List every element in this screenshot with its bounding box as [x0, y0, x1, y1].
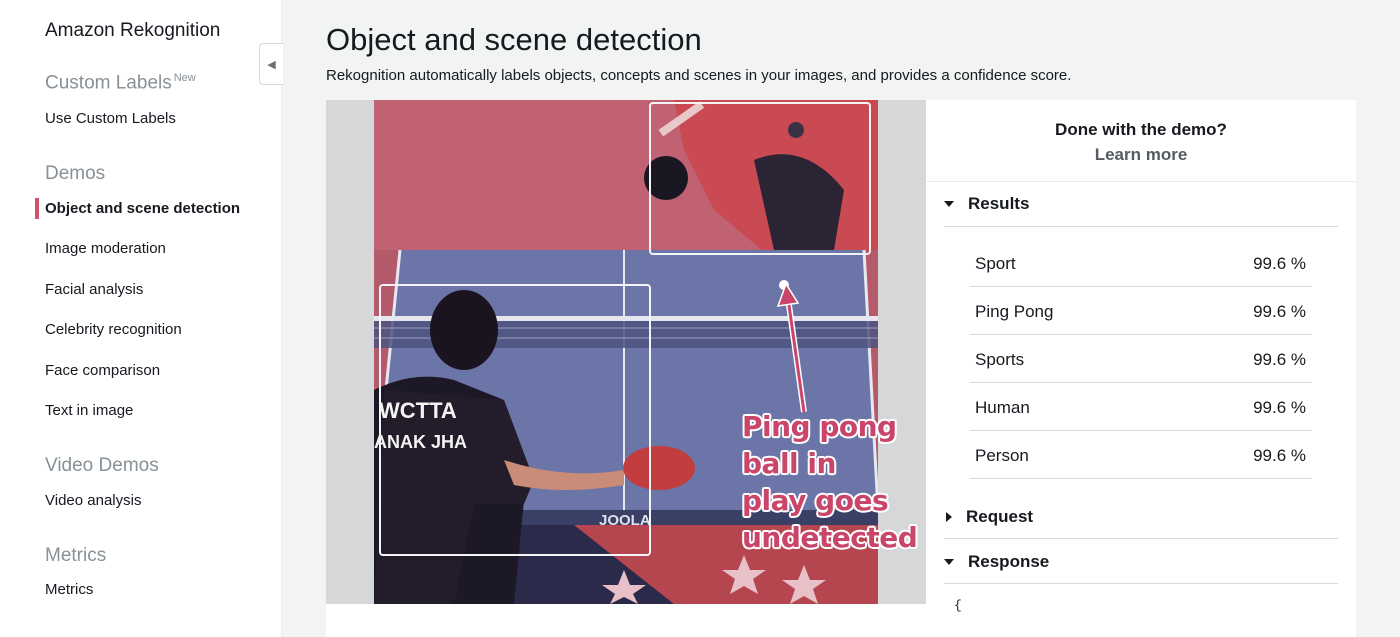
collapse-sidebar-button[interactable]: ◀	[259, 43, 283, 85]
result-label: Ping Pong	[975, 302, 1054, 321]
table-row: Person 99.6 %	[970, 431, 1312, 479]
results-table: Sport 99.6 % Ping Pong 99.6 % Sports 99.6 %…	[970, 239, 1312, 479]
request-heading: Request	[966, 507, 1034, 526]
annotation-arrow	[776, 282, 807, 413]
section-heading-custom-labels: Custom Labels New	[45, 72, 196, 94]
caret-right-icon	[946, 512, 952, 522]
page-title: Object and scene detection	[326, 22, 702, 57]
response-heading: Response	[968, 552, 1050, 571]
section-heading-metrics: Metrics	[45, 545, 107, 566]
sidebar-item-metrics[interactable]: Metrics	[45, 581, 93, 598]
response-json-preview: {	[954, 598, 962, 613]
bounding-box-person-top[interactable]	[649, 102, 871, 255]
annotation-line: undetected	[742, 521, 918, 554]
page-description: Rekognition automatically labels objects…	[326, 67, 1072, 84]
results-heading: Results	[968, 194, 1030, 213]
sidebar-item-celebrity-recognition[interactable]: Celebrity recognition	[45, 321, 182, 338]
result-label: Human	[975, 398, 1030, 417]
result-confidence: 99.6 %	[1253, 446, 1306, 465]
table-row: Sports 99.6 %	[970, 335, 1312, 383]
result-confidence: 99.6 %	[1253, 398, 1306, 417]
caret-left-icon: ◀	[267, 58, 276, 71]
caret-down-icon	[944, 559, 954, 565]
section-heading-demos: Demos	[45, 163, 106, 184]
annotation-line: Ping pong	[742, 410, 897, 443]
result-label: Sport	[975, 254, 1016, 273]
divider	[944, 583, 1338, 584]
table-row: Human 99.6 %	[970, 383, 1312, 431]
demo-question: Done with the demo?	[1055, 120, 1227, 139]
results-panel: Done with the demo? Learn more Results S…	[926, 100, 1356, 637]
table-row: Sport 99.6 %	[970, 239, 1312, 287]
result-confidence: 99.6 %	[1253, 350, 1306, 369]
sidebar-item-use-custom-labels[interactable]: Use Custom Labels	[45, 110, 176, 127]
annotation-line: ball in	[742, 447, 836, 480]
table-row: Ping Pong 99.6 %	[970, 287, 1312, 335]
result-label: Person	[975, 446, 1029, 465]
annotation-callout: Ping pong ball in play goes undetected	[742, 408, 918, 556]
learn-more-link[interactable]: Learn more	[926, 145, 1356, 165]
service-title[interactable]: Amazon Rekognition	[45, 20, 220, 42]
bounding-box-person-bottom[interactable]	[379, 284, 651, 556]
new-badge: New	[173, 72, 196, 84]
divider	[944, 226, 1338, 227]
caret-down-icon	[944, 201, 954, 207]
annotation-line: play goes	[742, 484, 889, 517]
image-panel-footer	[326, 604, 926, 637]
sidebar-item-video-analysis[interactable]: Video analysis	[45, 492, 141, 509]
sidebar-item-facial-analysis[interactable]: Facial analysis	[45, 281, 143, 298]
active-indicator	[35, 198, 39, 219]
section-heading-video-demos: Video Demos	[45, 455, 159, 476]
divider	[944, 538, 1338, 539]
result-label: Sports	[975, 350, 1025, 369]
sidebar-item-face-comparison[interactable]: Face comparison	[45, 362, 160, 379]
sidebar-nav: Amazon Rekognition Custom Labels New Use …	[0, 0, 282, 637]
request-toggle[interactable]: Request	[944, 507, 1033, 527]
sidebar-item-object-scene-detection[interactable]: Object and scene detection	[45, 200, 240, 217]
result-confidence: 99.6 %	[1253, 302, 1306, 321]
result-confidence: 99.6 %	[1253, 254, 1306, 273]
sidebar-item-text-in-image[interactable]: Text in image	[45, 402, 133, 419]
response-toggle[interactable]: Response	[944, 552, 1049, 572]
results-toggle[interactable]: Results	[944, 194, 1029, 214]
custom-labels-heading-text: Custom Labels	[45, 72, 172, 94]
sidebar-item-image-moderation[interactable]: Image moderation	[45, 240, 166, 257]
divider	[926, 181, 1356, 182]
